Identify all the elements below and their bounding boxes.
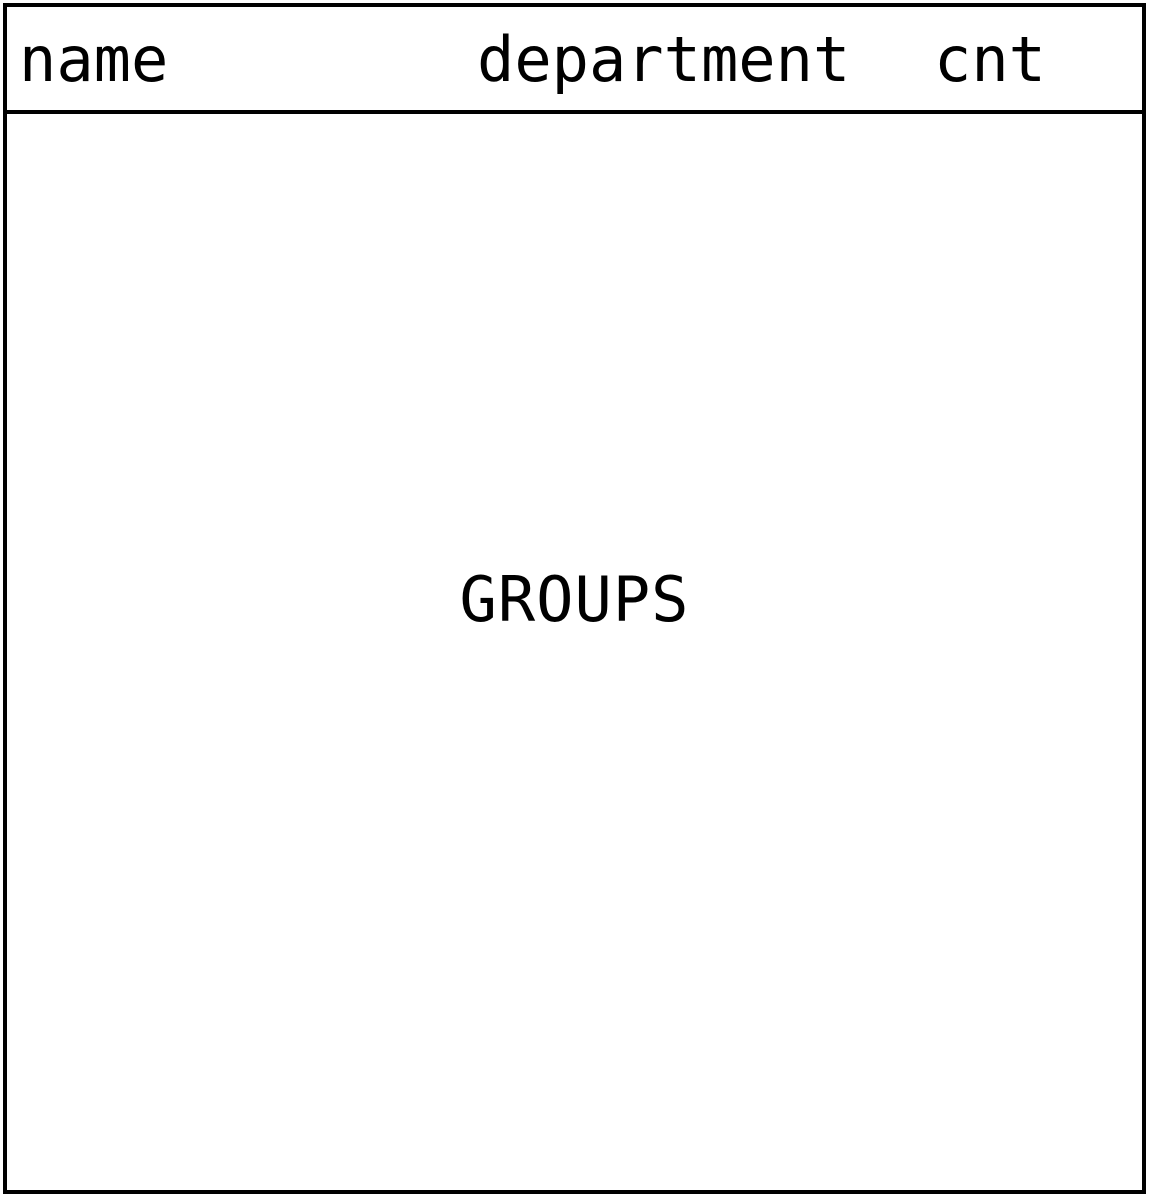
column-header-department: department [477, 23, 851, 96]
column-header-name: name [19, 23, 169, 96]
table-body: GROUPS [7, 114, 1142, 1190]
column-header-cnt: cnt [934, 23, 1046, 96]
table-label: GROUPS [459, 563, 690, 636]
table-header-row: name department cnt [7, 7, 1142, 114]
groups-table: name department cnt GROUPS [3, 3, 1146, 1194]
